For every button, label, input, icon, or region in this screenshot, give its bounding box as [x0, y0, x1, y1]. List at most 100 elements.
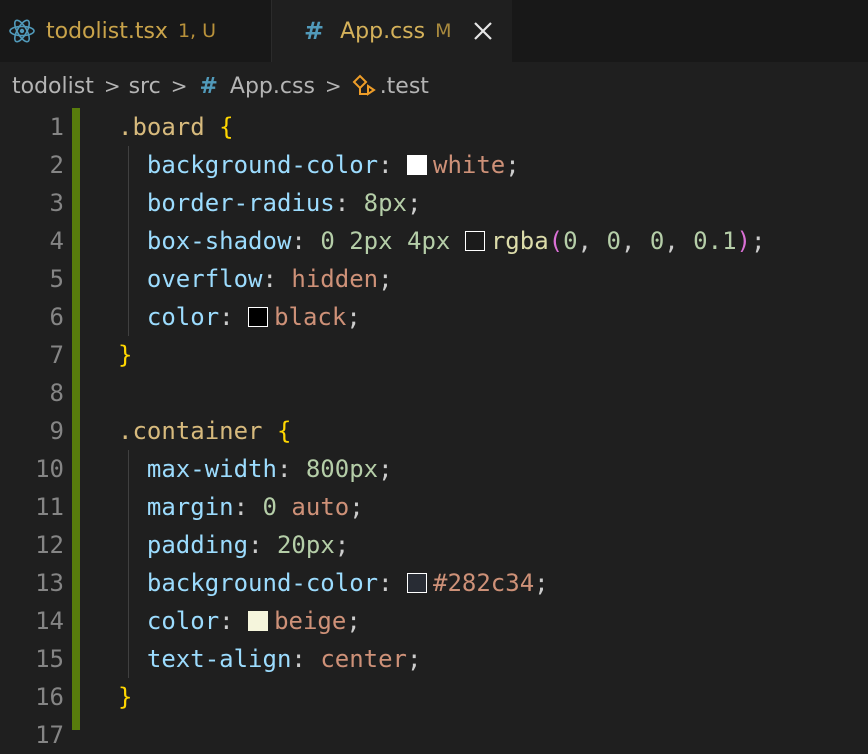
paren: (: [548, 227, 564, 255]
brace: }: [118, 683, 133, 711]
code-editor[interactable]: 1 .board { 2 background-color: white; 3 …: [0, 108, 868, 749]
line-number: 7: [49, 341, 64, 369]
tab-todolist[interactable]: todolist.tsx 1, U: [0, 0, 272, 62]
css-property: background-color: [146, 569, 379, 597]
css-value: black: [274, 303, 347, 331]
colon: :: [219, 303, 234, 331]
css-value: white: [433, 151, 506, 179]
colon: :: [248, 531, 263, 559]
react-icon: [9, 19, 35, 43]
breadcrumb-folder-todolist[interactable]: todolist: [12, 74, 94, 99]
line-number: 14: [35, 607, 64, 635]
css-property: color: [146, 303, 220, 331]
brace: {: [219, 113, 234, 141]
colon: :: [219, 607, 234, 635]
css-function: rgba: [490, 227, 549, 255]
line-number: 13: [35, 569, 64, 597]
css-value: center: [320, 645, 408, 673]
breadcrumb-symbol[interactable]: .test: [380, 74, 429, 99]
css-value: #282c34: [433, 569, 535, 597]
semicolon: ;: [750, 227, 766, 255]
code-line: 4 box-shadow: 0 2px 4px rgba(0, 0, 0, 0.…: [0, 222, 868, 260]
css-value: 20px: [276, 531, 335, 559]
colon: :: [334, 189, 350, 217]
css-value: 0: [262, 493, 277, 521]
code-line: 10 max-width: 800px;: [0, 450, 868, 488]
css-property: padding: [146, 531, 249, 559]
colon: :: [291, 645, 306, 673]
css-value: 0.1: [693, 227, 737, 255]
semicolon: ;: [334, 531, 350, 559]
semicolon: ;: [346, 607, 361, 635]
code-line: 2 background-color: white;: [0, 146, 868, 184]
breadcrumb-file[interactable]: App.css: [230, 74, 315, 99]
css-value: 0: [563, 227, 578, 255]
line-number: 1: [49, 113, 64, 141]
semicolon: ;: [349, 493, 364, 521]
tab-label: App.css: [340, 18, 426, 44]
symbol-class-icon: [352, 74, 376, 96]
line-number: 2: [49, 151, 64, 179]
color-swatch-rgba[interactable]: [464, 231, 485, 251]
code-line: 1 .board {: [0, 108, 868, 146]
breadcrumb: todolist > src > # App.css > .test: [12, 62, 868, 110]
css-value: 4px: [407, 227, 451, 255]
css-value: 800px: [305, 455, 379, 483]
breadcrumb-folder-src[interactable]: src: [129, 74, 161, 99]
colon: :: [233, 493, 249, 521]
line-number: 16: [35, 683, 64, 711]
css-selector: .board: [118, 113, 205, 141]
css-property: background-color: [146, 151, 379, 179]
line-number: 10: [35, 455, 64, 483]
chevron-right-icon: >: [103, 74, 121, 98]
css-value: 0: [320, 227, 335, 255]
css-value: beige: [274, 607, 347, 635]
colon: :: [378, 569, 393, 597]
css-property: margin: [146, 493, 234, 521]
chevron-right-icon: >: [324, 74, 342, 98]
colon: :: [378, 151, 393, 179]
code-line: 5 overflow: hidden;: [0, 260, 868, 298]
code-line: 7 }: [0, 336, 868, 374]
tab-status-badge: M: [435, 20, 452, 42]
color-swatch-white[interactable]: [407, 155, 427, 175]
semicolon: ;: [407, 189, 422, 217]
line-number: 17: [35, 721, 64, 749]
color-swatch-black[interactable]: [248, 307, 269, 327]
semicolon: ;: [378, 455, 393, 483]
tab-app-css[interactable]: # App.css M: [272, 0, 512, 62]
color-swatch-dark[interactable]: [407, 573, 427, 593]
colon: :: [262, 265, 277, 293]
editor-tab-bar: todolist.tsx 1, U # App.css M: [0, 0, 868, 62]
css-hash-icon: #: [199, 73, 218, 99]
css-hash-icon: #: [304, 17, 325, 45]
code-line: 14 color: beige;: [0, 602, 868, 640]
code-line: 11 margin: 0 auto;: [0, 488, 868, 526]
line-number: 11: [35, 493, 64, 521]
css-property: overflow: [146, 265, 263, 293]
line-number: 3: [49, 189, 64, 217]
code-line: 8: [0, 374, 868, 412]
brace: }: [118, 341, 133, 369]
css-value: hidden: [291, 265, 379, 293]
colon: :: [276, 455, 292, 483]
color-swatch-beige[interactable]: [248, 611, 269, 631]
css-property: max-width: [146, 455, 277, 483]
close-icon[interactable]: [470, 18, 496, 44]
line-number: 6: [49, 303, 64, 331]
css-property: text-align: [146, 645, 292, 673]
semicolon: ;: [378, 265, 393, 293]
brace: {: [276, 417, 292, 445]
code-line: 3 border-radius: 8px;: [0, 184, 868, 222]
line-number: 8: [49, 379, 64, 407]
line-number: 4: [49, 227, 64, 255]
semicolon: ;: [407, 645, 422, 673]
css-value: 0: [606, 227, 621, 255]
css-property: border-radius: [146, 189, 335, 217]
semicolon: ;: [505, 151, 520, 179]
code-line: 12 padding: 20px;: [0, 526, 868, 564]
colon: :: [291, 227, 306, 255]
code-line: 16 }: [0, 678, 868, 716]
line-number: 5: [49, 265, 64, 293]
css-value: 8px: [363, 189, 408, 217]
